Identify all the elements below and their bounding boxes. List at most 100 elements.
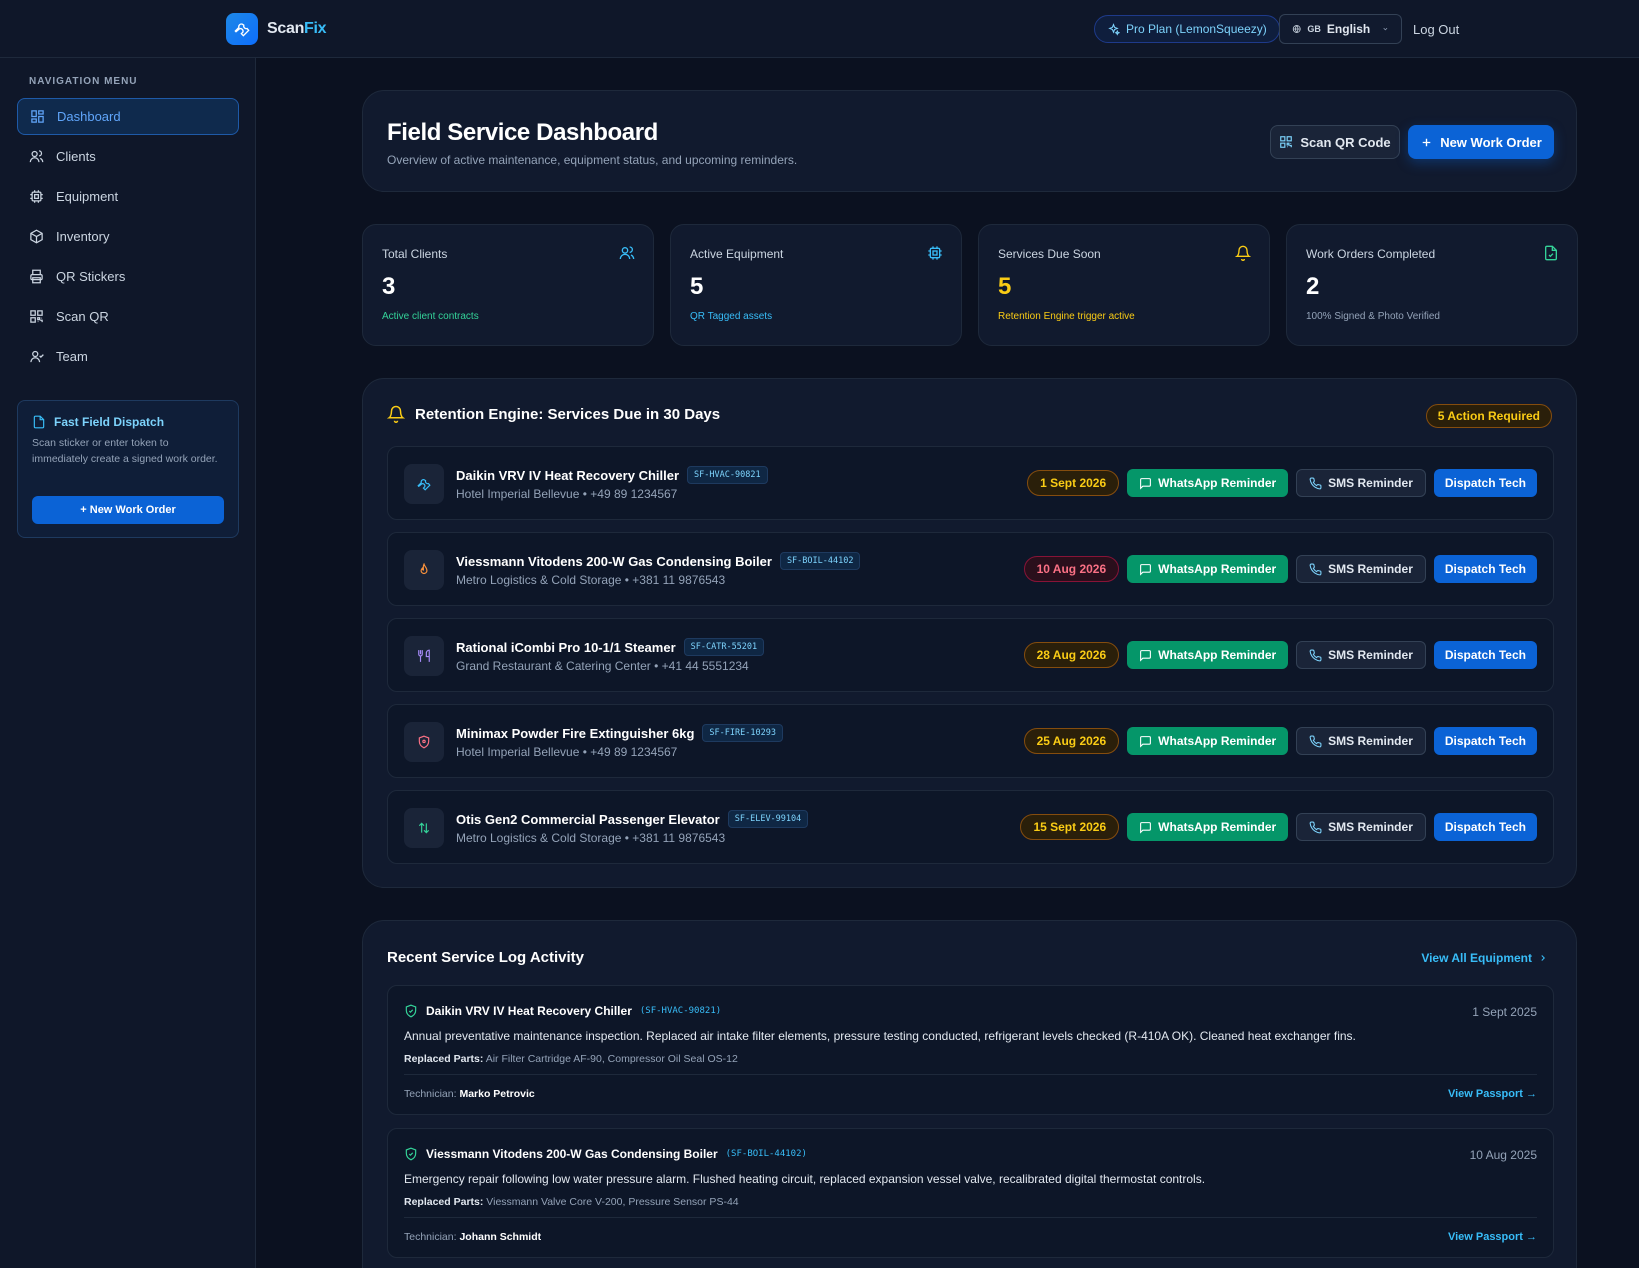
log-parts: Replaced Parts: Viessmann Valve Core V-2… [404, 1196, 739, 1208]
dispatch-tech-button[interactable]: Dispatch Tech [1433, 555, 1537, 583]
sidebar-item-qr-stickers[interactable]: QR Stickers [17, 258, 239, 295]
sms-reminder-button[interactable]: SMS Reminder [1296, 641, 1426, 669]
log-equipment-name: Viessmann Vitodens 200-W Gas Condensing … [426, 1147, 718, 1161]
message-icon [1140, 477, 1152, 490]
equipment-name: Viessmann Vitodens 200-W Gas Condensing … [456, 553, 772, 569]
view-passport-link[interactable]: View Passport → [1448, 1231, 1537, 1243]
sms-reminder-button[interactable]: SMS Reminder [1296, 469, 1426, 497]
dispatch-new-work-order-button[interactable]: + New Work Order [32, 496, 224, 524]
sms-label: SMS Reminder [1328, 734, 1413, 748]
equipment-title: Otis Gen2 Commercial Passenger Elevator S… [456, 810, 809, 828]
plus-icon [1422, 138, 1431, 146]
view-all-equipment-link[interactable]: View All Equipment [1421, 951, 1548, 965]
client-info: Grand Restaurant & Catering Center • +41… [456, 659, 749, 673]
log-equipment-code: (SF-HVAC-90821) [639, 1006, 722, 1016]
due-date-badge: 15 Sept 2026 [1020, 814, 1120, 840]
view-passport-link[interactable]: View Passport → [1448, 1088, 1537, 1100]
sidebar-item-equipment[interactable]: Equipment [17, 178, 239, 215]
retention-row[interactable]: Otis Gen2 Commercial Passenger Elevator S… [387, 790, 1554, 864]
shield-check-icon [405, 1004, 417, 1018]
logo[interactable] [226, 13, 258, 45]
retention-title: Retention Engine: Services Due in 30 Day… [387, 405, 720, 423]
user-check-icon [30, 350, 44, 363]
log-title: Daikin VRV IV Heat Recovery Chiller (SF-… [404, 1004, 721, 1018]
phone-icon [1309, 563, 1322, 575]
recent-activity-panel: Recent Service Log Activity View All Equ… [362, 920, 1577, 1268]
row-actions: 10 Aug 2026 WhatsApp Reminder SMS Remind… [1023, 555, 1537, 583]
dispatch-tech-button[interactable]: Dispatch Tech [1433, 813, 1537, 841]
whatsapp-label: WhatsApp Reminder [1158, 648, 1277, 662]
equipment-name: Rational iCombi Pro 10-1/1 Steamer [456, 639, 676, 655]
retention-row[interactable]: Daikin VRV IV Heat Recovery Chiller SF-HV… [387, 446, 1554, 520]
whatsapp-reminder-button[interactable]: WhatsApp Reminder [1127, 727, 1289, 755]
sms-reminder-button[interactable]: SMS Reminder [1296, 727, 1426, 755]
parts-value: Viessmann Valve Core V-200, Pressure Sen… [486, 1196, 739, 1208]
file-icon [33, 415, 45, 429]
sidebar-item-inventory[interactable]: Inventory [17, 218, 239, 255]
whatsapp-reminder-button[interactable]: WhatsApp Reminder [1127, 813, 1289, 841]
file-check-icon [1545, 245, 1557, 261]
log-parts: Replaced Parts: Air Filter Cartridge AF-… [404, 1053, 738, 1065]
qr-icon [30, 310, 43, 323]
chevron-down-icon [1383, 27, 1388, 31]
whatsapp-reminder-button[interactable]: WhatsApp Reminder [1127, 555, 1289, 583]
scan-qr-label: Scan QR Code [1300, 134, 1391, 150]
logout-link[interactable]: Log Out [1413, 22, 1459, 37]
phone-icon [1309, 735, 1322, 747]
row-icon-box [404, 722, 444, 762]
phone-icon [1309, 821, 1322, 833]
stat-card-services-due[interactable]: Services Due Soon 5 Retention Engine tri… [978, 224, 1270, 346]
retention-row[interactable]: Rational iCombi Pro 10-1/1 Steamer SF-CAT… [387, 618, 1554, 692]
sidebar-item-team[interactable]: Team [17, 338, 239, 375]
log-title: Viessmann Vitodens 200-W Gas Condensing … [404, 1147, 807, 1161]
whatsapp-label: WhatsApp Reminder [1158, 476, 1277, 490]
retention-row[interactable]: Viessmann Vitodens 200-W Gas Condensing … [387, 532, 1554, 606]
log-date: 1 Sept 2025 [1472, 1005, 1537, 1019]
dispatch-description: Scan sticker or enter token to immediate… [32, 437, 218, 465]
service-log-entry: Viessmann Vitodens 200-W Gas Condensing … [387, 1128, 1554, 1258]
new-work-order-label: New Work Order [1440, 134, 1542, 150]
app-name: ScanFix [267, 20, 327, 37]
top-bar: ScanFix Pro Plan (LemonSqueezy) GB Engli… [0, 0, 1639, 58]
stat-note: Active client contracts [382, 311, 479, 322]
sidebar-item-clients[interactable]: Clients [17, 138, 239, 175]
log-technician: Technician: Marko Petrovic [404, 1088, 535, 1100]
bell-icon [1235, 245, 1251, 261]
row-icon-box [404, 550, 444, 590]
sms-reminder-button[interactable]: SMS Reminder [1296, 813, 1426, 841]
equipment-code: SF-CATR-55201 [683, 638, 765, 656]
stat-card-work-orders[interactable]: Work Orders Completed 2 100% Signed & Ph… [1286, 224, 1578, 346]
log-description: Annual preventative maintenance inspecti… [404, 1029, 1356, 1043]
scan-qr-button[interactable]: Scan QR Code [1270, 125, 1400, 159]
sidebar-item-label: Inventory [56, 229, 110, 244]
qr-icon [1280, 136, 1293, 148]
sidebar-item-dashboard[interactable]: Dashboard [17, 98, 239, 135]
chevron-right-icon [1541, 955, 1545, 961]
sidebar-item-scan-qr[interactable]: Scan QR [17, 298, 239, 335]
users-icon [619, 246, 635, 260]
shield-icon [418, 735, 430, 749]
sms-label: SMS Reminder [1328, 820, 1413, 834]
sidebar-item-label: QR Stickers [56, 269, 126, 284]
whatsapp-reminder-button[interactable]: WhatsApp Reminder [1127, 469, 1289, 497]
retention-row[interactable]: Minimax Powder Fire Extinguisher 6kg SF-F… [387, 704, 1554, 778]
service-log-entry: Daikin VRV IV Heat Recovery Chiller (SF-… [387, 985, 1554, 1115]
whatsapp-reminder-button[interactable]: WhatsApp Reminder [1127, 641, 1289, 669]
stat-label: Active Equipment [690, 247, 784, 261]
new-work-order-button[interactable]: New Work Order [1408, 125, 1554, 159]
stat-card-clients[interactable]: Total Clients 3 Active client contracts [362, 224, 654, 346]
dispatch-tech-button[interactable]: Dispatch Tech [1433, 727, 1537, 755]
due-date-badge: 28 Aug 2026 [1023, 642, 1120, 668]
stat-label: Total Clients [382, 247, 448, 261]
language-selector[interactable]: GB English [1279, 14, 1402, 44]
technician-label: Technician: [404, 1088, 457, 1100]
dashboard-header: Field Service Dashboard Overview of acti… [362, 90, 1577, 192]
dispatch-tech-button[interactable]: Dispatch Tech [1433, 641, 1537, 669]
retention-title-text: Retention Engine: Services Due in 30 Day… [415, 405, 721, 423]
plan-badge[interactable]: Pro Plan (LemonSqueezy) [1094, 15, 1280, 43]
stat-card-equipment[interactable]: Active Equipment 5 QR Tagged assets [670, 224, 962, 346]
log-date: 10 Aug 2025 [1469, 1148, 1537, 1162]
sparkles-icon [1108, 22, 1120, 36]
dispatch-tech-button[interactable]: Dispatch Tech [1433, 469, 1537, 497]
sms-reminder-button[interactable]: SMS Reminder [1296, 555, 1426, 583]
